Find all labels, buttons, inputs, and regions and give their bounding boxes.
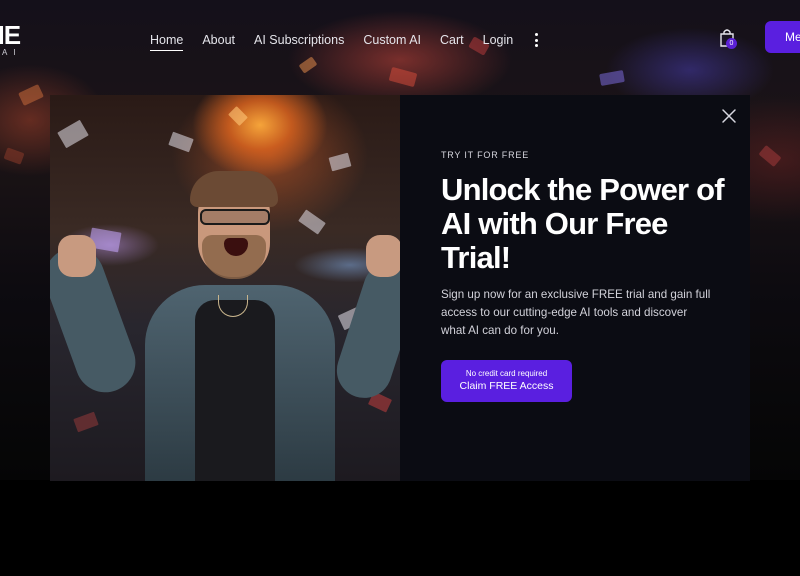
nav-item-about[interactable]: About [202, 33, 235, 47]
page-footer-area [0, 480, 800, 576]
nav-item-login[interactable]: Login [483, 33, 514, 47]
main-nav: Home About AI Subscriptions Custom AI Ca… [150, 30, 538, 51]
cta-label: Claim FREE Access [459, 380, 554, 392]
logo-wordmark: NE [0, 20, 21, 50]
kebab-menu-icon[interactable] [534, 33, 538, 47]
cart-count-badge: 0 [726, 38, 737, 49]
cta-subtext: No credit card required [465, 369, 548, 378]
modal-headline: Unlock the Power of AI with Our Free Tri… [441, 172, 725, 275]
header-cta-button[interactable]: Me [765, 21, 800, 53]
site-logo[interactable]: NE AI [0, 20, 48, 60]
modal-body-text: Sign up now for an exclusive FREE trial … [441, 288, 711, 337]
logo-subtitle: AI [2, 48, 22, 57]
modal-content-panel: TRY IT FOR FREE Unlock the Power of AI w… [400, 95, 750, 481]
modal-eyebrow: TRY IT FOR FREE [441, 150, 530, 160]
nav-item-ai-subscriptions[interactable]: AI Subscriptions [254, 33, 344, 47]
claim-free-access-button[interactable]: No credit card required Claim FREE Acces… [441, 360, 572, 402]
nav-item-custom-ai[interactable]: Custom AI [363, 33, 421, 47]
excited-man-image [50, 95, 400, 481]
free-trial-modal: TRY IT FOR FREE Unlock the Power of AI w… [50, 95, 750, 481]
nav-item-cart[interactable]: Cart [440, 33, 464, 47]
site-header: NE AI Home About AI Subscriptions Custom… [0, 0, 800, 76]
close-icon[interactable] [720, 107, 738, 125]
nav-item-home[interactable]: Home [150, 33, 184, 51]
